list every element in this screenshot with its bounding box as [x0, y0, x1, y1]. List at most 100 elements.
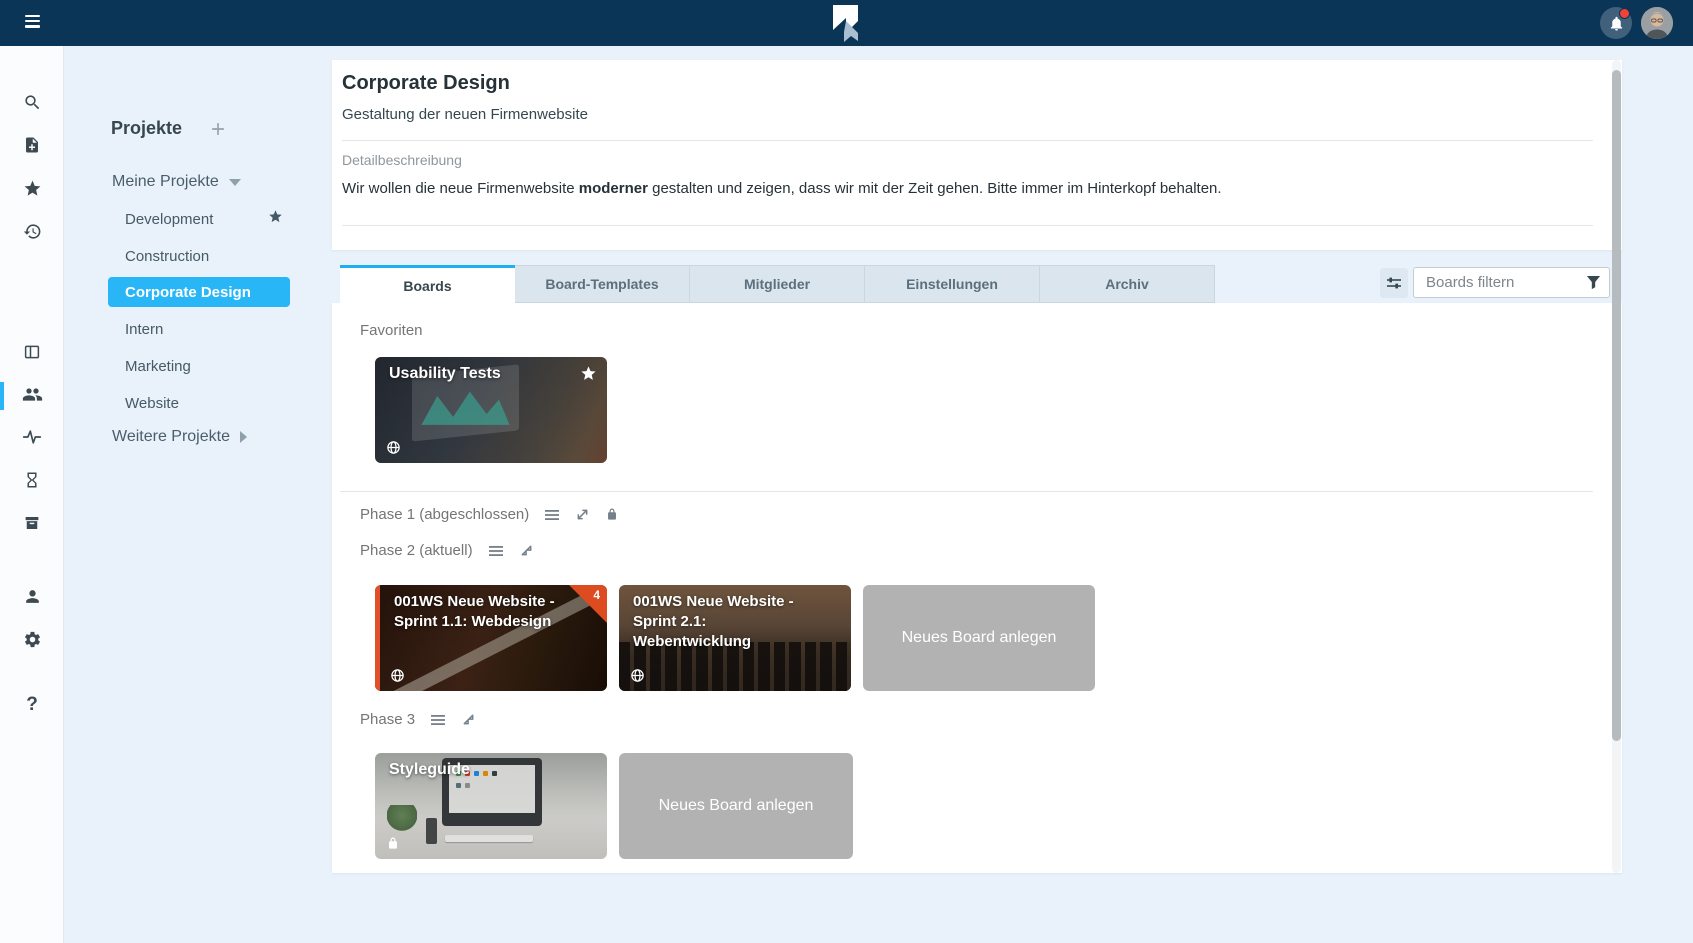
section-title-phase-1: Phase 1 (abgeschlossen) [360, 506, 529, 523]
tune-icon [1386, 275, 1402, 291]
project-item-intern[interactable]: Intern [125, 314, 163, 344]
gear-icon [23, 630, 42, 649]
menu-lines-icon [544, 507, 560, 523]
collapse-icon [461, 712, 476, 727]
notifications-button[interactable] [1600, 7, 1632, 39]
section-menu-button[interactable] [544, 507, 560, 523]
scrollbar-thumb[interactable] [1612, 70, 1621, 741]
group-weitere-projekte[interactable]: Weitere Projekte [112, 425, 247, 449]
board-card-sprint-2-1[interactable]: 001WS Neue Website - Sprint 2.1: Webentw… [619, 585, 851, 691]
avatar-photo [1641, 7, 1673, 39]
user-avatar[interactable] [1641, 7, 1673, 39]
menu-lines-icon [430, 712, 446, 728]
filter-settings-button[interactable] [1380, 268, 1408, 298]
topbar-actions [1600, 7, 1673, 39]
activity-button[interactable] [0, 420, 64, 454]
detail-description-label: Detailbeschreibung [342, 152, 462, 168]
star-icon [23, 179, 42, 198]
new-board-button[interactable]: Neues Board anlegen [619, 753, 853, 859]
notification-dot [1619, 8, 1630, 19]
archive-button[interactable] [0, 506, 64, 540]
add-project-button[interactable] [208, 119, 228, 139]
project-favorite-star-icon [268, 209, 283, 224]
person-icon [23, 587, 42, 606]
board-card-sprint-1-1[interactable]: 4 001WS Neue Website - Sprint 1.1: Webde… [375, 585, 607, 691]
chevron-down-icon [229, 179, 241, 186]
favorites-button[interactable] [0, 171, 64, 205]
badge-corner [569, 585, 607, 623]
pulse-icon [22, 427, 42, 447]
question-mark-icon: ? [26, 694, 38, 716]
private-lock-icon [386, 836, 400, 851]
page-title: Corporate Design [342, 72, 510, 95]
badge-count: 4 [593, 588, 600, 602]
profile-button[interactable] [0, 579, 64, 613]
tab-board-templates[interactable]: Board-Templates [515, 265, 690, 303]
project-item-development[interactable]: Development [125, 204, 213, 234]
history-button[interactable] [0, 214, 64, 248]
hourglass-icon [23, 471, 41, 489]
projects-sidebar: Projekte Meine Projekte Development Cons… [64, 46, 334, 943]
settings-button[interactable] [0, 622, 64, 656]
collapse-icon [519, 543, 534, 558]
active-section-indicator [0, 382, 4, 410]
board-filter-input[interactable] [1413, 267, 1610, 298]
boards-button[interactable] [0, 335, 64, 369]
tab-mitglieder[interactable]: Mitglieder [690, 265, 865, 303]
section-collapse-button[interactable] [519, 543, 534, 558]
project-header-panel: Corporate Design Gestaltung der neuen Fi… [332, 60, 1622, 250]
project-item-marketing[interactable]: Marketing [125, 351, 191, 381]
chevron-right-icon [240, 431, 247, 443]
board-card-usability-tests[interactable]: Usability Tests [375, 357, 607, 463]
board-title: 001WS Neue Website - Sprint 2.1: Webentw… [633, 592, 823, 652]
members-button[interactable] [0, 377, 64, 411]
icon-rail: ? [0, 46, 64, 943]
tab-archiv[interactable]: Archiv [1040, 265, 1215, 303]
section-menu-button[interactable] [430, 712, 446, 728]
section-collapse-button[interactable] [461, 712, 476, 727]
public-globe-icon [390, 668, 405, 683]
archive-box-icon [23, 514, 41, 532]
section-title-phase-2: Phase 2 (aktuell) [360, 542, 473, 559]
public-globe-icon [630, 668, 645, 683]
public-globe-icon [386, 440, 401, 455]
board-filter [1413, 267, 1610, 298]
board-columns-icon [23, 343, 41, 361]
search-icon [23, 93, 42, 112]
section-expand-button[interactable] [575, 507, 590, 522]
board-card-styleguide[interactable]: Styleguide [375, 753, 607, 859]
divider [342, 140, 1593, 141]
section-phase-3: Phase 3 [360, 711, 476, 728]
tab-boards[interactable]: Boards [340, 265, 515, 303]
section-lock-icon [605, 507, 619, 522]
projects-panel-title: Projekte [111, 118, 182, 139]
divider [340, 491, 1593, 492]
time-tracking-button[interactable] [0, 463, 64, 497]
file-plus-icon [23, 136, 41, 154]
favorite-star-icon[interactable] [580, 365, 597, 382]
section-menu-button[interactable] [488, 543, 504, 559]
project-item-corporate-design[interactable]: Corporate Design [108, 277, 290, 307]
section-phase-2: Phase 2 (aktuell) [360, 542, 534, 559]
plus-icon [208, 119, 228, 139]
section-title-phase-3: Phase 3 [360, 711, 415, 728]
board-title: Usability Tests [389, 364, 579, 384]
menu-lines-icon [488, 543, 504, 559]
project-item-website[interactable]: Website [125, 388, 179, 418]
project-item-construction[interactable]: Construction [125, 241, 209, 271]
pin-logo-icon[interactable] [831, 4, 861, 44]
section-title-favoriten: Favoriten [360, 322, 423, 339]
tab-einstellungen[interactable]: Einstellungen [865, 265, 1040, 303]
hamburger-icon [25, 15, 40, 18]
new-board-button[interactable]: Neues Board anlegen [863, 585, 1095, 691]
menu-button[interactable] [22, 12, 44, 34]
expand-icon [575, 507, 590, 522]
divider [342, 225, 1593, 226]
new-document-button[interactable] [0, 128, 64, 162]
project-description: Wir wollen die neue Firmenwebsite modern… [342, 180, 1222, 197]
section-phase-1: Phase 1 (abgeschlossen) [360, 506, 619, 523]
group-meine-projekte[interactable]: Meine Projekte [112, 170, 241, 194]
search-button[interactable] [0, 85, 64, 119]
page-subtitle: Gestaltung der neuen Firmenwebsite [342, 106, 588, 123]
help-button[interactable]: ? [0, 688, 64, 722]
